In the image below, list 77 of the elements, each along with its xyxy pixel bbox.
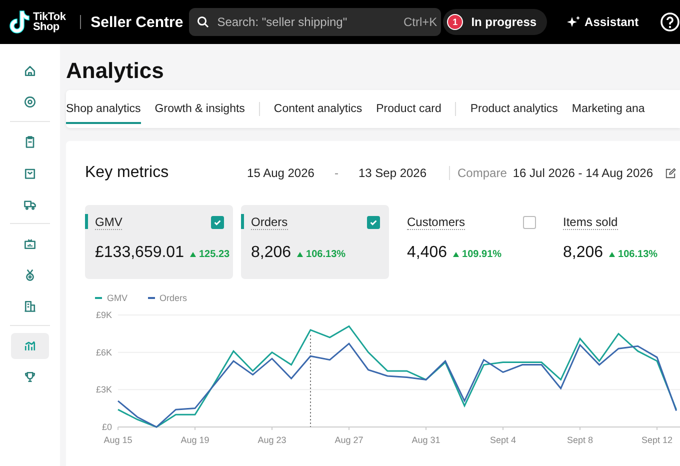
triangle-up-icon <box>297 252 304 257</box>
sidebar-item[interactable] <box>11 333 49 359</box>
y-axis-label: £6K <box>96 347 112 358</box>
check-icon <box>369 218 378 226</box>
metric-card[interactable]: GMV £133,659.01 125.23 <box>85 205 233 279</box>
in-progress-button[interactable]: 1 In progress <box>443 9 547 35</box>
x-axis-label: Sept 8 <box>566 435 594 445</box>
metric-label: Orders <box>251 214 288 230</box>
target-icon <box>23 95 37 109</box>
legend-label: GMV <box>107 293 128 303</box>
tab[interactable]: Product analytics <box>470 94 558 124</box>
edit-icon[interactable] <box>665 168 676 178</box>
search-field[interactable]: Search: "seller shipping" Ctrl+K <box>189 8 442 36</box>
shortcut-hint: Ctrl+K <box>404 15 438 29</box>
metric-label: Customers <box>407 214 466 230</box>
date-separator: - <box>334 166 338 180</box>
checkbox[interactable] <box>211 216 224 228</box>
x-axis-label: Sept 12 <box>641 435 673 445</box>
tab[interactable]: Shop analytics <box>66 94 141 124</box>
checkbox[interactable] <box>367 216 380 228</box>
clipboard-icon <box>23 135 37 149</box>
legend-label: Orders <box>160 293 188 303</box>
home-icon <box>23 64 37 78</box>
y-axis-label: £3K <box>96 384 112 395</box>
x-axis-label: Sept 4 <box>490 435 516 445</box>
metric-label: Items sold <box>563 214 618 230</box>
assistant-button[interactable]: Assistant <box>566 15 639 29</box>
checkbox[interactable] <box>523 216 536 228</box>
accent-bar <box>85 214 88 229</box>
x-axis-label: Aug 15 <box>104 435 132 445</box>
change-percentage: 109.91% <box>462 249 502 260</box>
tab[interactable]: Product card <box>376 94 442 124</box>
y-axis-label: £0 <box>102 422 112 432</box>
x-axis-label: Aug 27 <box>334 435 364 445</box>
metric-card[interactable]: Items sold 8,206 106.13% <box>553 205 680 279</box>
bag-icon <box>23 166 37 180</box>
music-note-icon <box>8 10 30 34</box>
change-percentage: 106.13% <box>618 249 658 260</box>
x-axis-label: Aug 31 <box>412 435 440 445</box>
metric-value: 4,406 <box>407 244 448 262</box>
y-axis-label: £9K <box>96 310 112 320</box>
end-date[interactable]: 13 Sep 2026 <box>358 166 427 180</box>
metric-value: 8,206 <box>251 244 292 262</box>
trophy-icon <box>23 370 37 384</box>
tab[interactable]: Marketing ana <box>572 94 645 124</box>
section-title: Key metrics <box>85 164 169 182</box>
check-icon <box>213 218 222 226</box>
medal-icon <box>23 268 37 282</box>
help-icon[interactable] <box>660 12 680 32</box>
change-percentage: 125.23 <box>198 249 230 260</box>
metric-card[interactable]: Customers 4,406 109.91% <box>397 205 545 279</box>
tab[interactable]: Content analytics <box>274 94 362 124</box>
metric-value: £133,659.01 <box>95 244 184 262</box>
seller-centre-title: Seller Centre <box>90 14 184 30</box>
compare-date-range[interactable]: 16 Jul 2026 - 14 Aug 2026 <box>512 166 653 180</box>
compare-label: Compare <box>458 166 507 180</box>
tiktok-shop-logo[interactable]: TikTok Shop <box>33 12 66 32</box>
triangle-up-icon <box>190 252 196 257</box>
start-date[interactable]: 15 Aug 2026 <box>247 166 314 180</box>
search-icon <box>197 16 210 28</box>
bar-chart-icon <box>23 339 37 353</box>
building-icon <box>23 299 37 313</box>
metric-value: 8,206 <box>563 244 604 262</box>
metric-card[interactable]: Orders 8,206 106.13% <box>241 205 389 279</box>
change-percentage: 106.13% <box>306 249 346 260</box>
triangle-up-icon <box>609 252 616 257</box>
x-axis-label: Aug 23 <box>258 435 286 445</box>
accent-bar <box>241 214 244 229</box>
search-input[interactable]: Search: "seller shipping" <box>215 14 404 30</box>
page-title: Analytics <box>66 58 165 84</box>
metric-label: GMV <box>95 214 122 230</box>
x-axis-label: Aug 19 <box>180 435 210 445</box>
sparkle-icon <box>566 16 581 28</box>
count-badge: 1 <box>447 14 464 30</box>
tab[interactable]: Growth & insights <box>154 94 245 124</box>
tv-chart-icon <box>23 237 37 251</box>
triangle-up-icon <box>453 252 460 257</box>
